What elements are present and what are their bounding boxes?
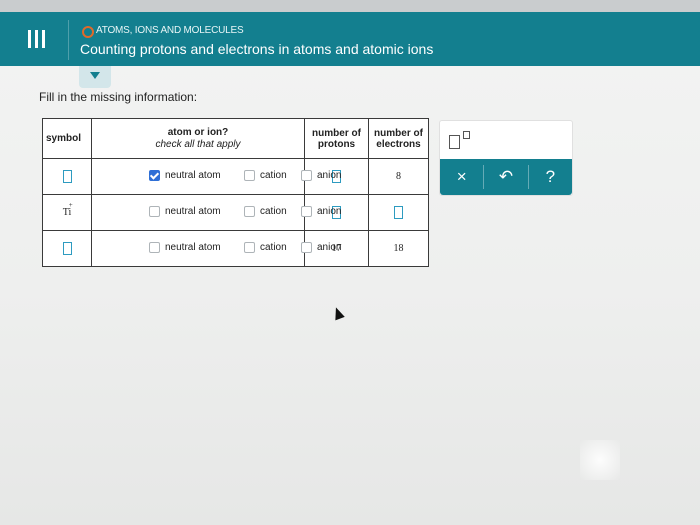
close-icon[interactable]: × [440, 159, 483, 195]
cation-checkbox[interactable] [244, 170, 255, 181]
anion-label: anion [317, 242, 342, 253]
anion-checkbox[interactable] [301, 206, 312, 217]
header-protons: number of protons [304, 118, 369, 159]
help-icon[interactable]: ? [529, 159, 572, 195]
table-row: neutral atom cation anion 8 [42, 158, 429, 195]
electrons-cell: 18 [368, 230, 429, 267]
header-bar: ATOMS, IONS AND MOLECULES Counting proto… [0, 12, 700, 66]
question-table: symbol atom or ion? check all that apply… [42, 118, 429, 267]
menu-icon[interactable] [0, 12, 70, 66]
header-electrons: number of electrons [368, 118, 429, 159]
symbol-input[interactable] [62, 242, 72, 255]
atom-or-ion-cell: neutral atom cation anion [91, 158, 341, 195]
table-row: neutral atom cation anion 17 18 [42, 230, 429, 267]
header-atom-or-ion-label: atom or ion? [167, 127, 229, 138]
cation-checkbox[interactable] [244, 206, 255, 217]
topic-label: ATOMS, IONS AND MOLECULES [96, 25, 244, 36]
anion-checkbox[interactable] [301, 242, 312, 253]
neutral-atom-option[interactable]: neutral atom [149, 206, 221, 217]
page-title: Counting protons and electrons in atoms … [80, 41, 434, 57]
electrons-cell: 8 [368, 158, 429, 195]
anion-label: anion [317, 206, 342, 217]
electrons-value: 8 [396, 171, 401, 182]
question-prompt: Fill in the missing information: [39, 90, 198, 104]
answer-tools-panel: × ↶ ? [439, 120, 573, 196]
neutral-atom-option[interactable]: neutral atom [149, 170, 221, 181]
table-header-row: symbol atom or ion? check all that apply… [42, 118, 429, 159]
electrons-input[interactable] [394, 206, 403, 219]
header-divider [68, 20, 69, 60]
cation-option[interactable]: cation [244, 206, 287, 217]
screen: ATOMS, IONS AND MOLECULES Counting proto… [0, 0, 700, 525]
neutral-atom-option[interactable]: neutral atom [149, 242, 221, 253]
header-symbol: symbol [42, 118, 92, 159]
neutral-atom-label: neutral atom [165, 170, 221, 181]
cation-label: cation [260, 170, 287, 181]
anion-checkbox[interactable] [301, 170, 312, 181]
symbol-cell [42, 230, 92, 267]
atom-or-ion-cell: neutral atom cation anion [91, 194, 341, 231]
superscript-template-icon[interactable] [449, 131, 477, 149]
atom-or-ion-cell: neutral atom cation anion [91, 230, 341, 267]
anion-option[interactable]: anion [301, 206, 341, 217]
undo-icon[interactable]: ↶ [484, 159, 527, 195]
chevron-down-icon [90, 72, 100, 79]
anion-option[interactable]: anion [301, 242, 341, 253]
neutral-atom-checkbox[interactable] [149, 170, 160, 181]
neutral-atom-label: neutral atom [165, 206, 221, 217]
table-row: Ti + neutral atom cation anion [42, 194, 429, 231]
symbol-charge: + [68, 201, 73, 209]
cation-label: cation [260, 206, 287, 217]
header-atom-or-ion: atom or ion? check all that apply [91, 118, 305, 159]
symbol-cell: Ti + [42, 194, 92, 231]
electrons-cell [368, 194, 429, 231]
mouse-cursor-icon [331, 305, 345, 321]
symbol-value: Ti + [63, 201, 73, 218]
header-atom-or-ion-sub: check all that apply [155, 139, 241, 150]
symbol-cell [42, 158, 92, 195]
answer-toolbar: × ↶ ? [440, 159, 572, 195]
neutral-atom-checkbox[interactable] [149, 206, 160, 217]
topic-progress-icon [82, 26, 94, 38]
neutral-atom-checkbox[interactable] [149, 242, 160, 253]
anion-label: anion [317, 170, 342, 181]
symbol-input[interactable] [62, 170, 72, 183]
cation-option[interactable]: cation [244, 170, 287, 181]
anion-option[interactable]: anion [301, 170, 341, 181]
neutral-atom-label: neutral atom [165, 242, 221, 253]
cation-label: cation [260, 242, 287, 253]
cation-option[interactable]: cation [244, 242, 287, 253]
screen-glare [580, 440, 620, 480]
electrons-value: 18 [393, 243, 404, 254]
browser-top-strip [0, 0, 700, 12]
expand-dropdown-button[interactable] [79, 66, 111, 88]
cation-checkbox[interactable] [244, 242, 255, 253]
